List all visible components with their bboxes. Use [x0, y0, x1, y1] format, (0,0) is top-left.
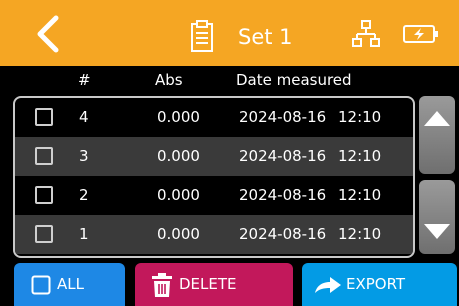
- back-arrow-icon: [37, 15, 59, 53]
- trash-icon: [152, 273, 172, 297]
- select-all-label: ALL: [57, 275, 84, 293]
- battery-icon: [403, 25, 439, 43]
- table-row[interactable]: 3 0.000 2024-08-16 12:10: [15, 137, 413, 176]
- delete-button[interactable]: DELETE: [135, 263, 293, 306]
- measurement-table: 4 0.000 2024-08-16 12:10 3 0.000 2024-08…: [13, 96, 415, 258]
- row-date: 2024-08-16: [239, 147, 327, 165]
- triangle-up-icon: [424, 111, 450, 126]
- row-number: 2: [79, 186, 89, 204]
- row-checkbox[interactable]: [35, 147, 53, 165]
- scroll-up-button[interactable]: [419, 96, 455, 174]
- row-date: 2024-08-16: [239, 186, 327, 204]
- table-row[interactable]: 2 0.000 2024-08-16 12:10: [15, 176, 413, 215]
- row-number: 3: [79, 147, 89, 165]
- column-header-date: Date measured: [236, 71, 352, 89]
- row-abs: 0.000: [157, 147, 200, 165]
- row-time: 12:10: [338, 147, 382, 165]
- scroll-down-button[interactable]: [419, 180, 455, 254]
- column-header-abs: Abs: [155, 71, 183, 89]
- clipboard-icon: [190, 20, 214, 52]
- table-row[interactable]: 4 0.000 2024-08-16 12:10: [15, 98, 413, 137]
- table-row[interactable]: 1 0.000 2024-08-16 12:10: [15, 215, 413, 254]
- select-all-button[interactable]: ALL: [14, 263, 125, 306]
- delete-label: DELETE: [179, 275, 237, 293]
- row-time: 12:10: [338, 225, 382, 243]
- checkbox-icon: [31, 275, 51, 295]
- export-label: EXPORT: [346, 275, 406, 293]
- row-date: 2024-08-16: [239, 108, 327, 126]
- row-time: 12:10: [338, 186, 382, 204]
- row-number: 1: [79, 225, 89, 243]
- top-bar: Set 1: [0, 0, 459, 66]
- triangle-down-icon: [424, 224, 450, 239]
- column-header-number: #: [78, 71, 91, 89]
- row-checkbox[interactable]: [35, 225, 53, 243]
- row-abs: 0.000: [157, 108, 200, 126]
- row-checkbox[interactable]: [35, 108, 53, 126]
- back-button[interactable]: [30, 14, 70, 54]
- row-number: 4: [79, 108, 89, 126]
- row-date: 2024-08-16: [239, 225, 327, 243]
- export-arrow-icon: [315, 277, 341, 293]
- row-abs: 0.000: [157, 186, 200, 204]
- network-icon: [352, 20, 380, 48]
- row-abs: 0.000: [157, 225, 200, 243]
- row-time: 12:10: [338, 108, 382, 126]
- export-button[interactable]: EXPORT: [302, 263, 457, 306]
- page-title: Set 1: [238, 25, 293, 49]
- row-checkbox[interactable]: [35, 186, 53, 204]
